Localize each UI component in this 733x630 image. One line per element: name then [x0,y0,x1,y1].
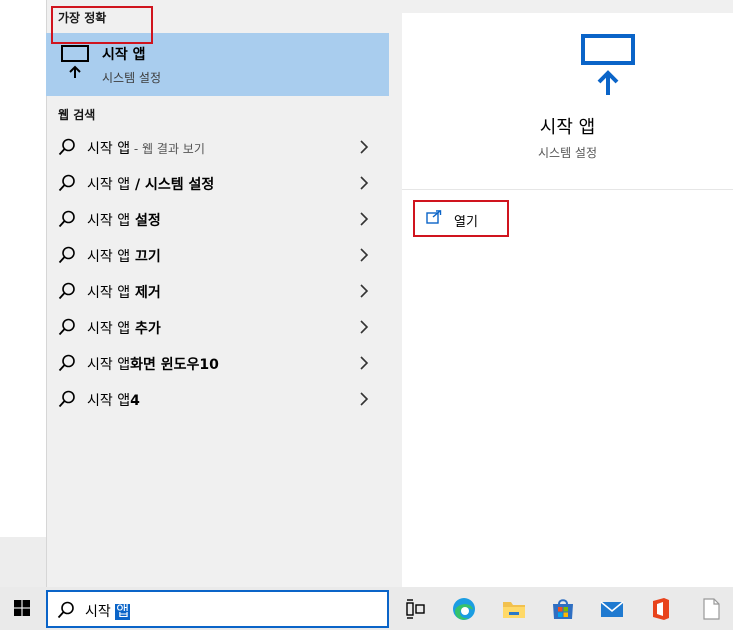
web-result-item[interactable]: 시작 앱화면 윈도우10 [46,345,389,381]
mail-icon[interactable] [598,595,626,623]
web-result-completion: 추가 [130,321,161,337]
search-selected-text: 앱 [115,604,131,620]
chevron-right-icon [360,140,369,154]
best-match-subtitle: 시스템 설정 [102,71,162,85]
monitor-icon [581,34,635,95]
search-icon [58,246,75,264]
web-result-query: 시작 앱 [87,213,131,229]
web-result-item[interactable]: 시작 앱 설정 [46,201,389,237]
web-result-completion: / 시스템 설정 [130,177,215,193]
chevron-right-icon [360,356,369,370]
search-input[interactable]: 시작 앱 [46,590,389,628]
web-result-item[interactable]: 시작 앱 끄기 [46,237,389,273]
web-result-item[interactable]: 시작 앱 / 시스템 설정 [46,165,389,201]
web-result-completion: 4 [130,393,140,409]
web-result-query: 시작 앱 [87,393,131,409]
web-result-completion: 제거 [130,285,161,301]
web-result-query: 시작 앱 [87,177,131,193]
task-view-icon[interactable] [401,595,429,623]
chevron-right-icon [360,284,369,298]
web-result-query: 시작 앱 [87,357,131,373]
file-explorer-icon[interactable] [500,595,528,623]
search-icon [58,138,75,156]
search-icon [58,210,75,228]
office-icon[interactable] [647,595,675,623]
best-match-result[interactable]: 시작 앱 시스템 설정 [46,33,389,96]
web-result-item[interactable]: 시작 앱 - 웹 결과 보기 [46,129,389,165]
open-icon [426,210,442,224]
best-match-header: 가장 정확 [58,11,107,25]
desktop-background [0,0,46,537]
windows-logo-icon [14,600,30,616]
chevron-right-icon [360,248,369,262]
open-button[interactable]: 열기 [413,200,509,237]
start-button[interactable] [0,587,46,630]
web-result-completion: 끄기 [130,249,161,265]
monitor-icon [61,45,89,78]
web-result-completion: 화면 윈도우10 [130,357,219,373]
detail-divider [402,189,733,190]
chevron-right-icon [360,320,369,334]
search-icon [58,354,75,372]
web-result-suffix: - 웹 결과 보기 [130,142,205,156]
store-icon[interactable] [549,595,577,623]
web-search-header: 웹 검색 [58,108,96,122]
search-icon [58,282,75,300]
detail-panel [402,13,733,587]
chevron-right-icon [360,392,369,406]
edge-icon[interactable] [450,595,478,623]
search-icon [58,174,75,192]
web-result-query: 시작 앱 [87,141,131,157]
chevron-right-icon [360,212,369,226]
taskbar: 시작 앱 [0,587,733,630]
best-match-title: 시작 앱 [102,47,146,63]
detail-title: 시작 앱 [539,117,596,138]
document-icon[interactable] [697,595,725,623]
search-icon [58,390,75,408]
desktop-background-strip [0,537,46,587]
detail-subtitle: 시스템 설정 [537,146,597,160]
web-result-query: 시작 앱 [87,285,131,301]
web-result-item[interactable]: 시작 앱 제거 [46,273,389,309]
web-result-item[interactable]: 시작 앱 추가 [46,309,389,345]
web-result-query: 시작 앱 [87,321,131,337]
search-icon [58,318,75,336]
search-icon [57,601,74,619]
web-result-query: 시작 앱 [87,249,131,265]
web-result-item[interactable]: 시작 앱4 [46,381,389,417]
search-typed-text: 시작 [85,604,116,620]
web-result-completion: 설정 [130,213,161,229]
open-label: 열기 [454,215,478,230]
chevron-right-icon [360,176,369,190]
